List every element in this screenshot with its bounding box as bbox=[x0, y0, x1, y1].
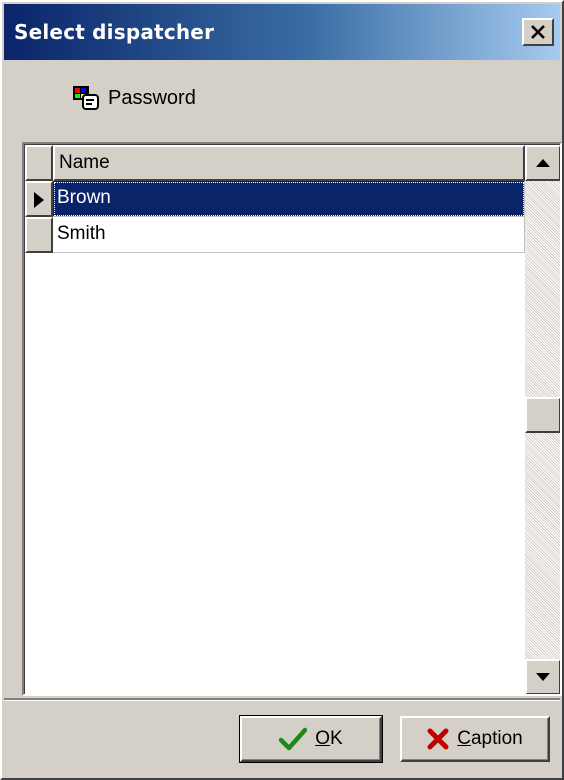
checkmark-icon bbox=[279, 727, 308, 751]
current-row-arrow-icon bbox=[34, 192, 44, 208]
scroll-down-button[interactable] bbox=[525, 659, 560, 694]
scroll-up-arrow-icon bbox=[536, 159, 550, 167]
row-indicator bbox=[25, 181, 53, 217]
column-header-name[interactable]: Name bbox=[53, 145, 525, 181]
title-bar[interactable]: Select dispatcher bbox=[4, 4, 560, 60]
scroll-down-arrow-icon bbox=[536, 673, 550, 681]
password-label: Password bbox=[108, 86, 196, 109]
scroll-up-button[interactable] bbox=[525, 145, 560, 181]
header-indicator-cell bbox=[25, 145, 53, 181]
cell-name[interactable]: Brown bbox=[53, 181, 525, 217]
ok-button[interactable]: OK bbox=[239, 715, 383, 763]
button-bar: OK Caption bbox=[4, 698, 560, 778]
caption-label: Caption bbox=[457, 728, 523, 749]
dialog-window: Select dispatcher Password Name Brown Sm… bbox=[0, 0, 564, 780]
cell-name[interactable]: Smith bbox=[53, 217, 525, 253]
close-button[interactable] bbox=[522, 18, 554, 46]
window-title: Select dispatcher bbox=[14, 20, 215, 44]
table-row[interactable]: Brown bbox=[25, 181, 525, 217]
toolbar: Password bbox=[4, 60, 560, 140]
close-icon bbox=[531, 25, 545, 39]
grid-header-row: Name bbox=[25, 145, 525, 181]
caption-button[interactable]: Caption bbox=[400, 716, 550, 762]
vertical-scrollbar[interactable] bbox=[525, 145, 560, 694]
x-icon bbox=[427, 728, 449, 750]
password-button[interactable]: Password bbox=[60, 78, 206, 118]
password-card-icon bbox=[73, 86, 99, 110]
dispatcher-grid[interactable]: Name Brown Smith bbox=[22, 142, 562, 696]
scroll-thumb[interactable] bbox=[525, 397, 560, 433]
row-indicator bbox=[25, 217, 53, 253]
ok-label: OK bbox=[315, 728, 343, 749]
table-row[interactable]: Smith bbox=[25, 217, 525, 253]
